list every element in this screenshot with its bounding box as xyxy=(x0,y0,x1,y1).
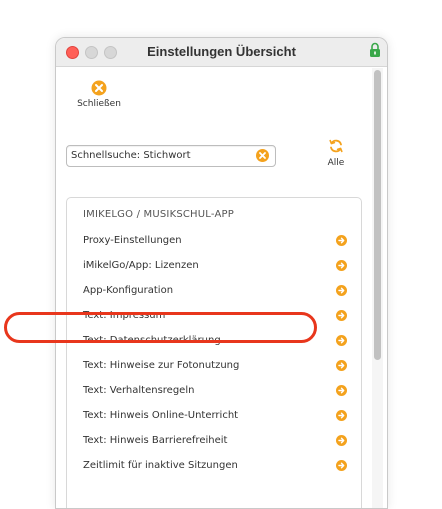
list-item-label: Text: Impressum xyxy=(83,310,166,321)
list-item-label: App-Konfiguration xyxy=(83,285,174,296)
arrow-right-icon xyxy=(336,360,347,371)
settings-panel: IMIKELGO / MUSIKSCHUL-APP Proxy-Einstell… xyxy=(66,197,362,508)
window-title: Einstellungen Übersicht xyxy=(147,44,296,59)
section-title: IMIKELGO / MUSIKSCHUL-APP xyxy=(83,209,234,220)
vertical-scrollbar[interactable] xyxy=(372,68,383,508)
quick-search xyxy=(66,145,276,167)
search-input[interactable] xyxy=(71,147,251,163)
list-item[interactable]: iMikelGo/App: Lizenzen xyxy=(67,253,361,278)
list-item-label: Proxy-Einstellungen xyxy=(83,235,182,246)
show-all-label: Alle xyxy=(327,158,345,168)
settings-window: Einstellungen Übersicht Schließen Alle xyxy=(55,37,388,509)
arrow-right-icon xyxy=(336,460,347,471)
list-item-label: Text: Hinweis Barrierefreiheit xyxy=(83,435,228,446)
close-button-label: Schließen xyxy=(77,99,121,109)
list-item-label: Zeitlimit für inaktive Sitzungen xyxy=(83,460,238,471)
arrow-right-icon xyxy=(336,335,347,346)
close-button[interactable]: Schließen xyxy=(72,80,126,116)
list-item[interactable]: Text: Hinweis Barrierefreiheit xyxy=(67,428,361,453)
list-item[interactable]: Text: Hinweis Online-Unterricht xyxy=(67,403,361,428)
list-item-label: Text: Verhaltensregeln xyxy=(83,385,195,396)
list-item-label: Text: Datenschutzerklärung xyxy=(83,335,221,346)
close-circle-icon xyxy=(91,80,107,96)
list-item-label: Text: Hinweis Online-Unterricht xyxy=(83,410,239,421)
list-item-highlighted[interactable]: Text: Hinweise zur Fotonutzung xyxy=(67,353,361,378)
list-item[interactable]: Text: Verhaltensregeln xyxy=(67,378,361,403)
arrow-right-icon xyxy=(336,260,347,271)
list-item[interactable]: Proxy-Einstellungen xyxy=(67,228,361,253)
arrow-right-icon xyxy=(336,385,347,396)
show-all-button[interactable]: Alle xyxy=(318,138,354,178)
arrow-right-icon xyxy=(336,310,347,321)
arrow-right-icon xyxy=(336,235,347,246)
title-bar: Einstellungen Übersicht xyxy=(56,38,387,67)
list-item[interactable]: Text: Datenschutzerklärung xyxy=(67,328,361,353)
list-item[interactable]: App-Konfiguration xyxy=(67,278,361,303)
list-item[interactable]: Text: Impressum xyxy=(67,303,361,328)
arrow-right-icon xyxy=(336,410,347,421)
arrow-right-icon xyxy=(336,435,347,446)
list-item-label: iMikelGo/App: Lizenzen xyxy=(83,260,199,271)
arrow-right-icon xyxy=(336,285,347,296)
list-item[interactable]: Zeitlimit für inaktive Sitzungen xyxy=(67,453,361,478)
clear-search-icon[interactable] xyxy=(256,149,269,162)
lock-icon xyxy=(370,42,380,57)
refresh-icon xyxy=(329,139,343,153)
scrollbar-thumb[interactable] xyxy=(374,70,381,360)
list-item-label: Text: Hinweise zur Fotonutzung xyxy=(83,360,240,371)
settings-list: Proxy-Einstellungen iMikelGo/App: Lizenz… xyxy=(67,228,361,478)
